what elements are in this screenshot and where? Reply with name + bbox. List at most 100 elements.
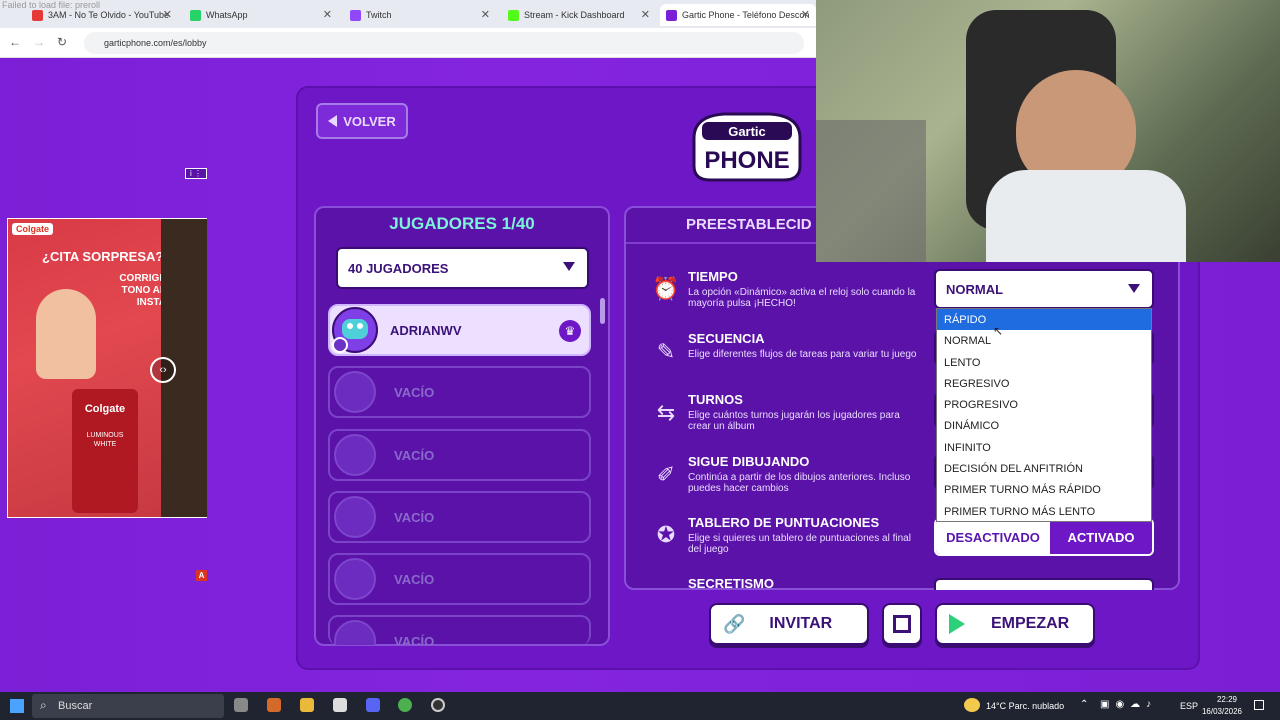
empty-avatar-icon <box>334 620 376 645</box>
copilot-icon[interactable] <box>267 698 281 712</box>
svg-text:PHONE: PHONE <box>704 147 789 174</box>
dropdown-option[interactable]: DECISIÓN DEL ANFITRIÓN <box>937 458 1151 479</box>
background-bed-image <box>816 120 926 262</box>
ad-badge: A <box>196 570 207 581</box>
svg-text:Gartic: Gartic <box>728 124 766 139</box>
clock-date[interactable]: 16/03/2026 <box>1200 707 1244 716</box>
youtube-icon <box>32 9 43 21</box>
player-slot-empty: VACÍO <box>328 491 591 543</box>
back-arrow-icon[interactable]: ← <box>9 35 21 49</box>
close-icon[interactable]: ✕ <box>323 8 332 21</box>
close-icon[interactable]: ✕ <box>163 8 172 21</box>
reload-icon[interactable]: ↻ <box>57 35 67 49</box>
link-icon: 🔗 <box>723 613 746 634</box>
windows-start-icon[interactable] <box>10 699 24 713</box>
secrecy-toggle[interactable] <box>934 578 1154 590</box>
dropdown-option[interactable]: PRIMER TURNO MÁS LENTO <box>937 501 1151 522</box>
advertisement[interactable]: Colgate ¿CITA SORPRESA? CORRIGE TONO AL … <box>7 218 207 518</box>
invite-button[interactable]: 🔗 INVITAR <box>709 603 869 645</box>
player-slot-empty: VACÍO <box>328 429 591 481</box>
sequence-icon: ✎ <box>656 339 676 364</box>
chevron-down-icon <box>563 262 575 271</box>
player-slot-empty: VACÍO <box>328 366 591 418</box>
dropdown-option[interactable]: LENTO <box>937 352 1151 373</box>
webcam-overlay <box>816 0 1280 262</box>
dropdown-option[interactable]: INFINITO <box>937 437 1151 458</box>
search-icon: ⌕ <box>40 698 47 712</box>
tab-gartic[interactable]: Gartic Phone - Teléfono Descon ✕ <box>660 4 816 26</box>
weather-text[interactable]: 14°C Parc. nublado <box>986 701 1064 711</box>
setting-desc: Elige cuántos turnos jugarán los jugador… <box>688 410 900 432</box>
dropdown-option[interactable]: REGRESIVO <box>937 373 1151 394</box>
gartic-icon <box>666 9 677 21</box>
scoreboard-on-option[interactable]: ACTIVADO <box>1050 520 1152 554</box>
scoreboard-off-option[interactable]: DESACTIVADO <box>936 520 1050 554</box>
setting-desc: Continúa a partir de los dibujos anterio… <box>688 472 911 494</box>
time-dropdown-list: RÁPIDO NORMAL LENTO REGRESIVO PROGRESIVO… <box>936 308 1152 522</box>
kick-icon <box>508 9 519 21</box>
setting-title: TURNOS <box>688 392 743 407</box>
close-icon[interactable]: ✕ <box>641 8 650 21</box>
setting-desc: Elige diferentes flujos de tareas para v… <box>688 349 917 360</box>
obs-icon[interactable] <box>431 698 445 712</box>
qr-code-button[interactable] <box>882 603 922 645</box>
turns-icon: ⇆ <box>656 400 676 425</box>
dropdown-option[interactable]: PRIMER TURNO MÁS RÁPIDO <box>937 479 1151 500</box>
setting-title: TIEMPO <box>688 269 738 284</box>
clock-icon: ⏰ <box>652 276 680 301</box>
dropdown-option[interactable]: NORMAL <box>937 330 1151 351</box>
task-view-icon[interactable] <box>234 698 248 712</box>
empty-avatar-icon <box>334 434 376 476</box>
players-scrollbar[interactable] <box>600 298 605 324</box>
discord-icon[interactable] <box>366 698 380 712</box>
player-count-select[interactable]: 40 JUGADORES <box>336 247 589 289</box>
chevron-down-icon <box>1128 284 1140 293</box>
close-icon[interactable]: ✕ <box>481 8 490 21</box>
player-name: ADRIANWV <box>390 322 462 338</box>
taskbar-search[interactable]: ⌕ Buscar <box>32 694 224 718</box>
mouse-cursor-icon: ↖ <box>993 324 1004 338</box>
notification-icon[interactable] <box>1254 700 1264 710</box>
windows-taskbar: ⌕ Buscar 14°C Parc. nublado ⌃ ▣◉☁♪ ESP 22… <box>0 692 1280 720</box>
avatar[interactable] <box>332 307 378 353</box>
empty-avatar-icon <box>334 496 376 538</box>
chrome-icon[interactable] <box>398 698 412 712</box>
store-icon[interactable] <box>333 698 347 712</box>
expand-icon[interactable]: ‹› <box>150 357 176 383</box>
language-indicator[interactable]: ESP <box>1180 701 1198 711</box>
setting-title: SECRETISMO <box>688 576 774 591</box>
player-slot-empty: VACÍO <box>328 553 591 605</box>
tray-chevron-icon[interactable]: ⌃ <box>1080 699 1088 710</box>
time-select[interactable]: NORMAL <box>934 269 1154 309</box>
file-explorer-icon[interactable] <box>300 698 314 712</box>
whatsapp-icon <box>190 9 201 21</box>
tab-presets[interactable]: PREESTABLECID <box>626 208 816 244</box>
dropdown-option[interactable]: PROGRESIVO <box>937 394 1151 415</box>
streamer-shirt-image <box>986 170 1186 262</box>
dropdown-option[interactable]: RÁPIDO <box>937 309 1151 331</box>
url-field[interactable]: garticphone.com/es/lobby <box>84 32 804 54</box>
crown-icon: ♛ <box>559 320 581 342</box>
close-icon[interactable]: ✕ <box>801 8 810 21</box>
player-slot-empty: VACÍO <box>328 615 591 645</box>
dropdown-option[interactable]: DINÁMICO <box>937 415 1151 436</box>
ad-headline: ¿CITA SORPRESA? <box>42 249 164 264</box>
forward-arrow-icon[interactable]: → <box>33 35 45 49</box>
tab-twitch[interactable]: Twitch ✕ <box>344 4 496 26</box>
back-button[interactable]: VOLVER <box>316 103 408 139</box>
address-bar-row: ← → ↻ garticphone.com/es/lobby <box>0 28 816 58</box>
scoreboard-toggle: DESACTIVADO ACTIVADO <box>934 518 1154 556</box>
ad-subline: CORRIGE TONO AL INSTA <box>119 273 166 308</box>
tab-whatsapp[interactable]: WhatsApp ✕ <box>184 4 338 26</box>
play-icon <box>949 614 965 634</box>
clock-time[interactable]: 22:29 <box>1210 695 1244 704</box>
twitch-icon <box>350 9 361 21</box>
ad-info-icon[interactable]: i ⋮ <box>185 168 207 179</box>
setting-title: SIGUE DIBUJANDO <box>688 454 810 469</box>
start-button[interactable]: EMPEZAR <box>935 603 1095 645</box>
players-title: JUGADORES 1/40 <box>389 214 535 233</box>
setting-title: TABLERO DE PUNTUACIONES <box>688 515 880 530</box>
tab-kick[interactable]: Stream - Kick Dashboard ✕ <box>502 4 656 26</box>
empty-avatar-icon <box>334 371 376 413</box>
tray-icons[interactable]: ▣◉☁♪ <box>1100 699 1157 710</box>
